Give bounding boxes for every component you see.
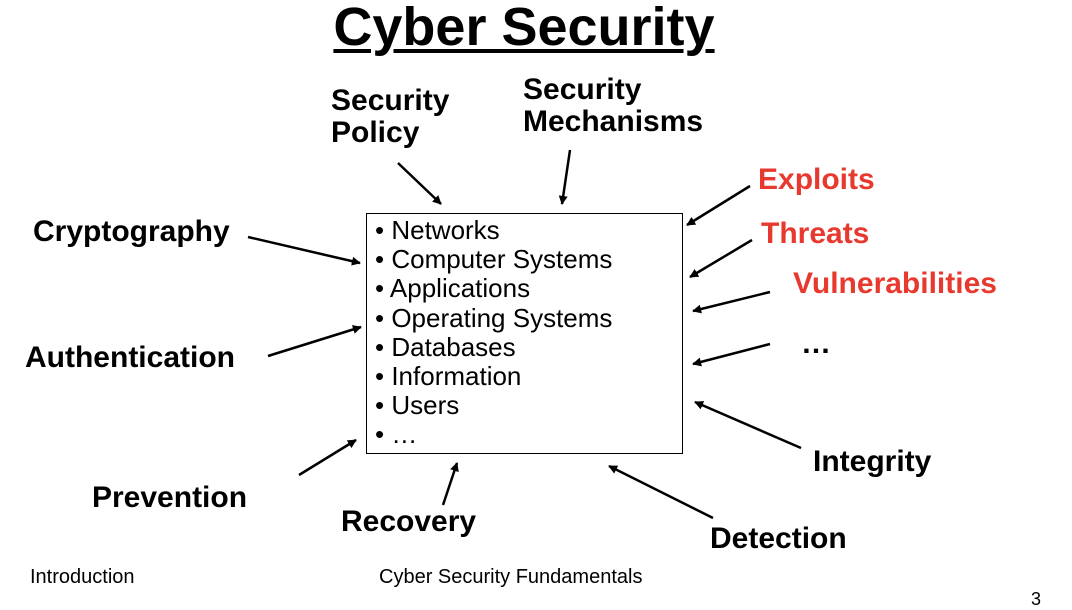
footer-left: Introduction: [30, 566, 135, 588]
arrow-threats: [689, 238, 753, 279]
page-number: 3: [1031, 589, 1042, 609]
arrow-integrity: [694, 400, 802, 450]
arrows-layer: [247, 149, 802, 520]
arrow-authentication: [267, 325, 362, 358]
arrow-detection: [608, 464, 714, 520]
footer-center: Cyber Security Fundamentals: [379, 566, 643, 588]
arrow-security-policy: [397, 162, 442, 205]
arrow-vulnerabilities: [692, 290, 771, 314]
arrow-ellipsis: [692, 342, 771, 367]
arrow-security-mechanisms: [558, 149, 572, 205]
arrow-exploits: [686, 184, 751, 227]
arrow-recovery: [441, 462, 459, 506]
arrow-prevention: [298, 438, 357, 477]
arrow-cryptography: [247, 235, 361, 266]
